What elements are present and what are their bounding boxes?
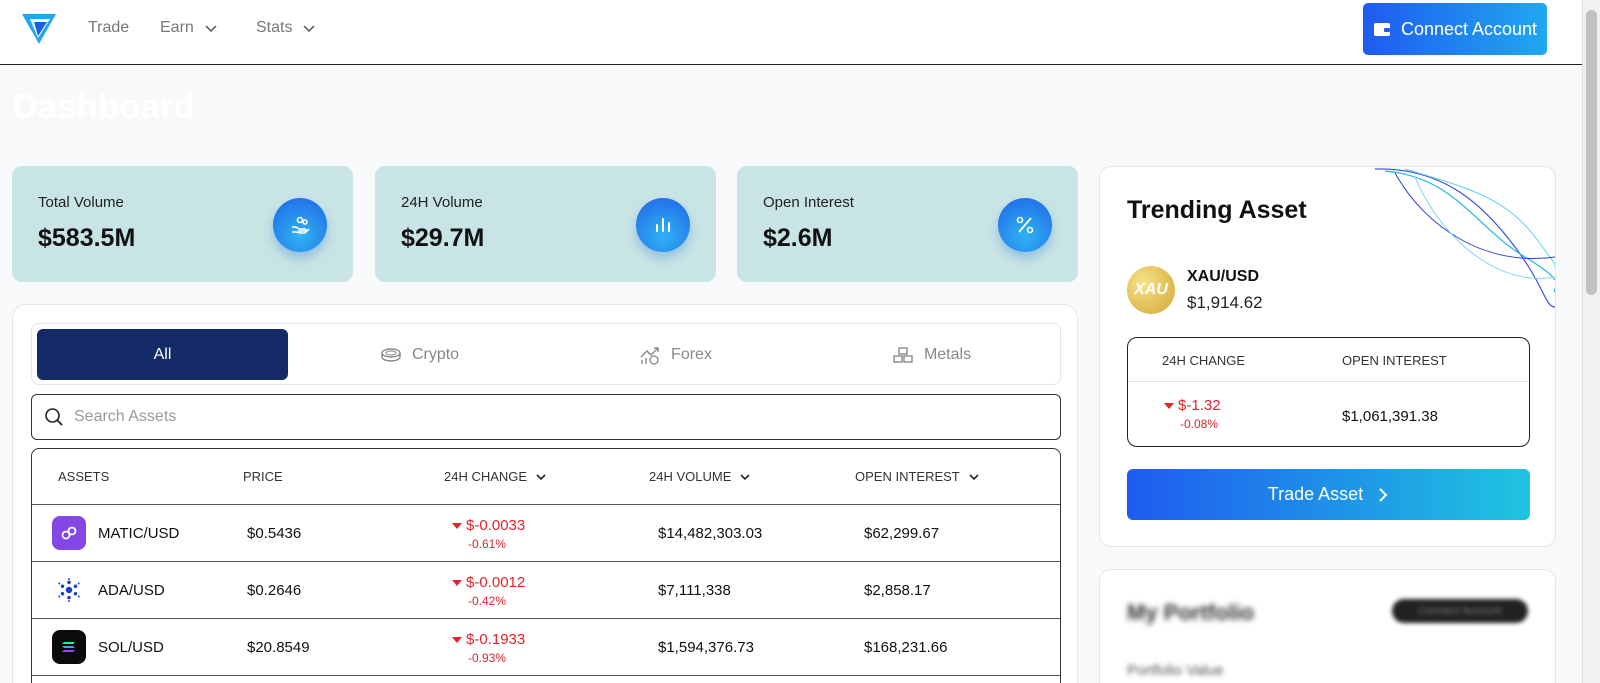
percent-icon [998, 198, 1052, 252]
asset-open-interest: $62,299.67 [864, 525, 940, 542]
connect-account-label: Connect Account [1400, 18, 1538, 39]
header-24h-change[interactable]: 24H CHANGE [444, 469, 547, 484]
trending-asset-name: XAU/USD [1187, 268, 1260, 285]
trending-asset-price: $1,914.62 [1187, 293, 1263, 312]
trending-change-header: 24H CHANGE [1162, 353, 1246, 368]
nav-trade[interactable]: Trade [88, 19, 129, 37]
connect-account-button[interactable]: Connect Account [1363, 3, 1547, 55]
trade-asset-label: Trade Asset [1267, 484, 1364, 504]
asset-change: $-0.0012 -0.42% [452, 574, 525, 608]
decorative-waves [1374, 168, 1555, 308]
tab-crypto[interactable]: Crypto [294, 329, 545, 380]
tab-metals[interactable]: Metals [806, 329, 1057, 380]
asset-open-interest: $168,231.66 [864, 639, 948, 656]
stat-card-open-interest: Open Interest $2.6M [737, 166, 1078, 282]
solana-icon [52, 630, 86, 664]
nav-earn-label: Earn [160, 19, 194, 36]
wallet-icon [1373, 23, 1390, 36]
trending-title: Trending Asset [1127, 196, 1307, 224]
asset-price: $0.5436 [247, 525, 302, 542]
chevron-down-icon [303, 25, 316, 33]
coins-icon [381, 347, 401, 362]
search-assets-input[interactable] [74, 408, 974, 426]
hand-coins-icon [273, 198, 327, 252]
portfolio-connect-button[interactable]: Connect Account [1392, 599, 1528, 623]
header-24h-volume[interactable]: 24H VOLUME [649, 469, 751, 484]
portfolio-card: My Portfolio Connect Account Portfolio V… [1099, 569, 1556, 683]
nav-earn[interactable]: Earn [160, 19, 218, 37]
bar-chart-icon [636, 198, 690, 252]
chevron-down-icon [740, 473, 750, 480]
cardano-icon [52, 573, 86, 607]
trending-change: $-1.32 -0.08% [1164, 397, 1221, 431]
forex-chart-icon [640, 346, 659, 365]
asset-name: MATIC/USD [98, 525, 180, 542]
table-row[interactable]: MATIC/USD $0.5436 $-0.0033 -0.61% $14,48… [32, 505, 1060, 562]
stat-label: Total Volume [38, 194, 124, 211]
header-price: PRICE [243, 469, 283, 484]
asset-open-interest: $2,858.17 [864, 582, 931, 599]
asset-category-tabs: All Crypto Forex Metals [31, 323, 1061, 385]
divider [1128, 381, 1529, 382]
header-open-interest[interactable]: OPEN INTEREST [855, 469, 980, 484]
assets-table: ASSETS PRICE 24H CHANGE 24H VOLUME OPEN … [31, 448, 1061, 683]
logo-icon[interactable] [20, 10, 58, 46]
tab-label: Crypto [411, 345, 460, 363]
header-assets: ASSETS [58, 469, 110, 484]
page-title: Dashboard [13, 88, 196, 126]
stat-card-24h-volume: 24H Volume $29.7M [375, 166, 716, 282]
chevron-down-icon [205, 25, 217, 33]
asset-change: $-0.0033 -0.61% [452, 517, 525, 551]
chevron-down-icon [536, 473, 546, 480]
nav-stats-label: Stats [256, 19, 293, 36]
nav-stats[interactable]: Stats [256, 19, 316, 37]
stat-label: Open Interest [763, 194, 854, 211]
table-header: ASSETS PRICE 24H CHANGE 24H VOLUME OPEN … [32, 449, 1060, 505]
asset-change: $-0.1933 -0.93% [452, 631, 525, 665]
chevron-down-icon [969, 473, 979, 480]
portfolio-value-label: Portfolio Value [1127, 662, 1224, 679]
trending-stats-box: 24H CHANGE OPEN INTEREST $-1.32 -0.08% $… [1127, 337, 1530, 447]
asset-price: $0.2646 [247, 582, 302, 599]
tab-label: Metals [923, 345, 972, 363]
portfolio-title: My Portfolio [1127, 600, 1255, 625]
stat-value: $29.7M [401, 224, 485, 252]
trending-asset-card: Trending Asset XAU XAU/USD $1,914.62 24H… [1099, 166, 1556, 547]
assets-panel: All Crypto Forex Metals ASSETS PRICE 24H… [12, 304, 1078, 683]
stat-value: $2.6M [763, 224, 833, 252]
asset-volume: $1,594,376.73 [658, 639, 754, 656]
trade-asset-button[interactable]: Trade Asset [1127, 469, 1530, 520]
tab-all[interactable]: All [37, 329, 288, 380]
stat-label: 24H Volume [401, 194, 483, 211]
asset-name: SOL/USD [98, 639, 164, 656]
tab-forex[interactable]: Forex [550, 329, 801, 380]
trending-oi-header: OPEN INTEREST [1342, 353, 1447, 368]
stat-value: $583.5M [38, 224, 136, 252]
asset-volume: $7,111,338 [658, 582, 731, 599]
chevron-right-icon [1379, 487, 1388, 502]
asset-price: $20.8549 [247, 639, 310, 656]
scrollbar-thumb[interactable] [1586, 10, 1597, 295]
polygon-icon [52, 516, 86, 550]
table-row[interactable]: ADA/USD $0.2646 $-0.0012 -0.42% $7,111,3… [32, 562, 1060, 619]
tab-label: All [153, 345, 172, 363]
metal-bars-icon [893, 346, 913, 363]
asset-name: ADA/USD [98, 582, 165, 599]
asset-volume: $14,482,303.03 [658, 525, 763, 542]
stat-card-total-volume: Total Volume $583.5M [12, 166, 353, 282]
tab-label: Forex [671, 345, 712, 363]
nav-trade-label: Trade [88, 19, 130, 36]
trending-open-interest: $1,061,391.38 [1342, 408, 1438, 425]
gold-coin-icon: XAU [1127, 266, 1175, 314]
table-row[interactable]: SOL/USD $20.8549 $-0.1933 -0.93% $1,594,… [32, 619, 1060, 676]
search-icon [45, 408, 63, 426]
page-scrollbar[interactable] [1582, 0, 1600, 683]
top-navbar: Trade Earn Stats Connect Account [0, 0, 1582, 65]
search-box [31, 394, 1061, 440]
